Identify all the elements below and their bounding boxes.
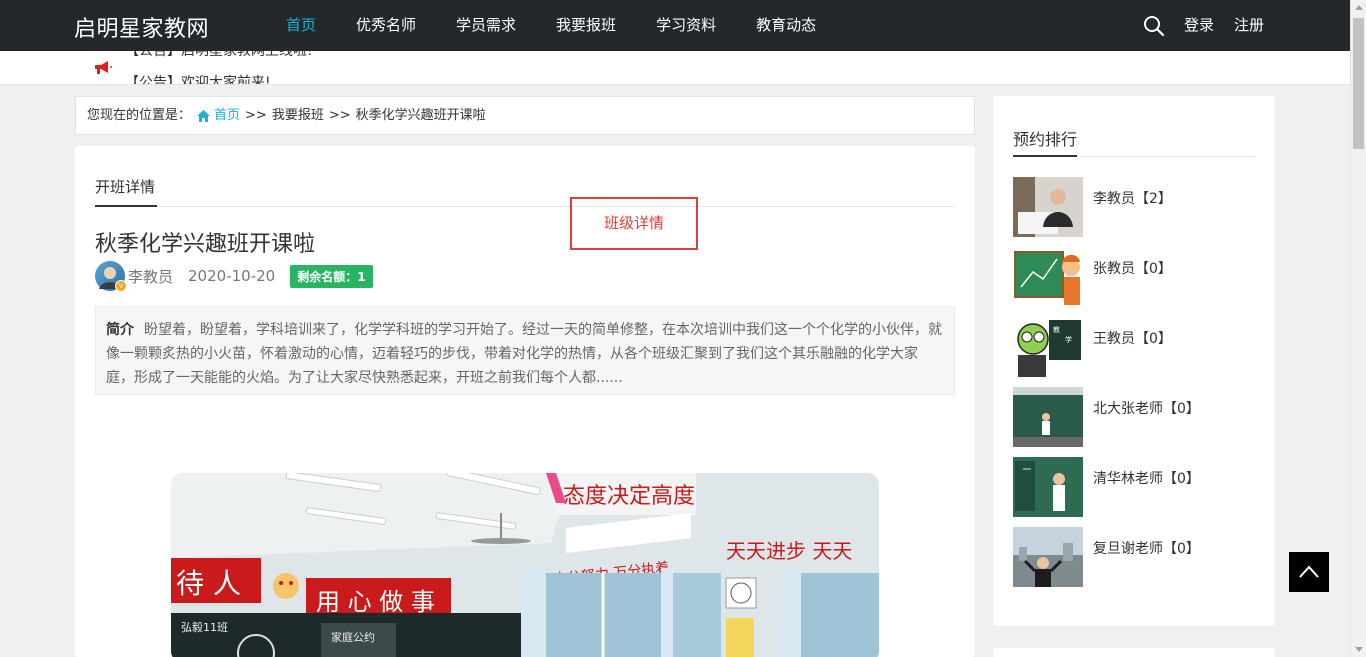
tab-class-details[interactable]: 开班详情 <box>95 176 158 207</box>
photo-text-wall-mid: 用 心 做 事 <box>316 588 435 616</box>
article-card: 开班详情 班级详情 秋季化学兴趣班开课啦 v 李教员 2020-10-20 剩余… <box>75 146 975 657</box>
photo-text-wall-left: 待 人 <box>176 567 241 600</box>
site-logo[interactable]: 启明星家教网 <box>74 11 209 43</box>
photo-text-board2: 弘毅11班 <box>181 620 228 634</box>
notice-bar: 【公告】启明星家教网上线啦! 【公告】欢迎大家前来! <box>0 51 1350 85</box>
teacher-photo[interactable] <box>1013 457 1083 517</box>
search-icon[interactable] <box>1143 15 1165 37</box>
remaining-seats-badge: 剩余名额：1 <box>290 264 373 288</box>
login-link[interactable]: 登录 <box>1184 0 1214 51</box>
ranking-item[interactable]: 清华林老师【0】 <box>1013 457 1263 517</box>
article-title: 秋季化学兴趣班开课啦 <box>95 232 316 257</box>
main-nav: 首页 优秀名师 学员需求 我要报班 学习资料 教育动态 <box>286 0 856 51</box>
svg-text:学: 学 <box>1065 335 1072 344</box>
teacher-photo[interactable] <box>1013 177 1083 237</box>
breadcrumb-prefix: 您现在的位置是： <box>87 108 192 123</box>
ranking-item[interactable]: 复旦谢老师【0】 <box>1013 527 1263 587</box>
notice-text-previous[interactable]: 【公告】启明星家教网上线啦! <box>125 51 313 60</box>
photo-text-banner-right: 天天进步 天天 <box>726 539 852 563</box>
nav-item-materials[interactable]: 学习资料 <box>656 0 716 51</box>
teacher-photo[interactable] <box>1013 247 1083 307</box>
home-icon <box>197 109 211 122</box>
teacher-name[interactable]: 李教员【2】 <box>1093 188 1172 208</box>
breadcrumb-current: 秋季化学兴趣班开课啦 <box>355 108 486 123</box>
article-summary: 简介 盼望着，盼望着，学科培训来了，化学学科班的学习开始了。经过一天的简单修整，在… <box>95 306 955 395</box>
megaphone-icon <box>93 59 113 77</box>
teacher-name[interactable]: 清华林老师【0】 <box>1093 468 1200 488</box>
scrollbar-thumb[interactable] <box>1353 18 1364 149</box>
nav-item-teachers[interactable]: 优秀名师 <box>356 0 416 51</box>
teacher-photo[interactable]: 教学 <box>1013 317 1083 377</box>
ranking-item[interactable]: 李教员【2】 <box>1013 177 1263 237</box>
sidebar-next-card <box>993 648 1275 657</box>
top-navbar: 启明星家教网 首页 优秀名师 学员需求 我要报班 学习资料 教育动态 登录 注册 <box>0 0 1350 51</box>
notice-text[interactable]: 【公告】欢迎大家前来! <box>125 72 271 84</box>
teacher-photo[interactable] <box>1013 527 1083 587</box>
scroll-down-arrow[interactable] <box>1355 647 1363 652</box>
breadcrumb-enroll[interactable]: 我要报班 <box>272 97 324 134</box>
verified-icon: v <box>115 280 127 292</box>
summary-text: 盼望着，盼望着，学科培训来了，化学学科班的学习开始了。经过一天的简单修整，在本次… <box>106 322 942 386</box>
register-link[interactable]: 注册 <box>1234 0 1264 51</box>
photo-text-banner-top: 态度决定高度 <box>563 484 695 509</box>
photo-text-board1: 家庭公约 <box>331 630 375 644</box>
nav-item-student-needs[interactable]: 学员需求 <box>456 0 516 51</box>
classroom-photo: 待 人 用 心 做 事 弘毅11班 家庭公约 态度决定高度 十分努力 万分执着 … <box>171 473 879 657</box>
back-to-top-button[interactable] <box>1289 552 1329 592</box>
chevron-up-icon <box>1299 565 1319 578</box>
sidebar-title: 预约排行 <box>1013 126 1255 157</box>
annotation-box: 班级详情 <box>570 197 698 250</box>
summary-label: 简介 <box>106 322 134 338</box>
teacher-name[interactable]: 张教员【0】 <box>1093 258 1172 278</box>
nav-item-home[interactable]: 首页 <box>286 0 316 51</box>
svg-text:教: 教 <box>1053 325 1060 334</box>
publish-date: 2020-10-20 <box>188 267 276 285</box>
ranking-item[interactable]: 北大张老师【0】 <box>1013 387 1263 447</box>
article-tabs: 开班详情 <box>95 176 955 207</box>
article-meta: v 李教员 2020-10-20 剩余名额：1 <box>95 261 373 292</box>
author-avatar[interactable]: v <box>95 261 127 292</box>
breadcrumb-separator: >> <box>328 108 351 123</box>
teacher-photo[interactable] <box>1013 387 1083 447</box>
teacher-name[interactable]: 王教员【0】 <box>1093 328 1172 348</box>
nav-item-news[interactable]: 教育动态 <box>756 0 816 51</box>
breadcrumb: 您现在的位置是： 首页 >> 我要报班 >> 秋季化学兴趣班开课啦 <box>75 96 975 135</box>
ranking-item[interactable]: 教学 王教员【0】 <box>1013 317 1263 377</box>
scroll-up-arrow[interactable] <box>1355 5 1363 10</box>
breadcrumb-separator: >> <box>245 108 267 123</box>
author-name[interactable]: 李教员 <box>128 266 173 287</box>
page-scrollbar[interactable] <box>1350 0 1366 657</box>
teacher-name[interactable]: 北大张老师【0】 <box>1093 398 1200 418</box>
ranking-sidebar: 预约排行 李教员【2】 张教员【0】 教学 王教员【0】 北大张老师【0】 清华… <box>993 96 1275 626</box>
ranking-item[interactable]: 张教员【0】 <box>1013 247 1263 307</box>
breadcrumb-home-label: 首页 <box>214 108 241 123</box>
teacher-name[interactable]: 复旦谢老师【0】 <box>1093 538 1200 558</box>
nav-item-enroll[interactable]: 我要报班 <box>556 0 616 51</box>
breadcrumb-home[interactable]: 首页 <box>197 97 240 134</box>
